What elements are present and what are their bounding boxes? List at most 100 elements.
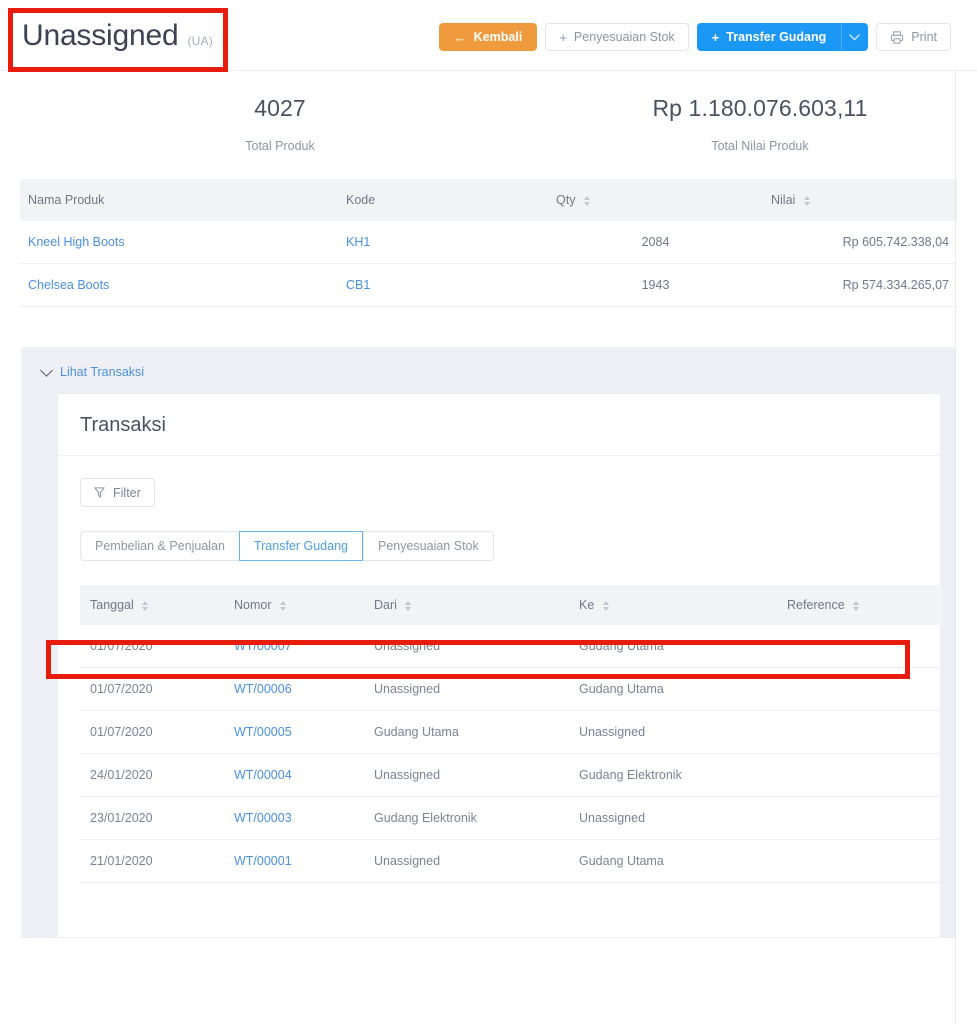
- table-row[interactable]: Chelsea Boots CB1 1943 Rp 574.334.265,07: [20, 263, 957, 307]
- sort-icon[interactable]: [405, 600, 412, 611]
- table-row[interactable]: 01/07/2020 WT/00005 Gudang Utama Unassig…: [80, 710, 942, 754]
- tx-reference-cell: [777, 753, 942, 797]
- tx-nomor-cell: WT/00001: [224, 839, 364, 883]
- table-row[interactable]: 01/07/2020 WT/00006 Unassigned Gudang Ut…: [80, 667, 942, 711]
- table-row[interactable]: 23/01/2020 WT/00003 Gudang Elektronik Un…: [80, 796, 942, 840]
- tx-tanggal-cell: 23/01/2020: [80, 796, 224, 840]
- tab-pembelian-penjualan[interactable]: Pembelian & Penjualan: [80, 531, 239, 561]
- tx-reference-cell: [777, 796, 942, 840]
- tx-dari-cell: Unassigned: [364, 667, 569, 711]
- page-title-wrap: Unassigned (UA): [22, 20, 213, 52]
- transaksi-card-title: Transaksi: [80, 414, 166, 436]
- product-name-link[interactable]: Chelsea Boots: [28, 278, 109, 292]
- tx-nomor-cell: WT/00005: [224, 710, 364, 754]
- print-button[interactable]: Print: [876, 23, 951, 51]
- funnel-icon: [94, 487, 105, 498]
- product-nilai-cell: Rp 605.742.338,04: [763, 221, 957, 264]
- product-col-kode: Kode: [338, 179, 548, 221]
- tx-col-dari-label: Dari: [374, 598, 397, 612]
- tx-col-dari[interactable]: Dari: [364, 585, 569, 625]
- back-button[interactable]: ← Kembali: [438, 23, 538, 51]
- warehouse-transfer-dropdown-toggle[interactable]: [841, 23, 869, 51]
- stat-total-nilai-produk-value: Rp 1.180.076.603,11: [652, 95, 868, 121]
- tx-ke-cell: Gudang Utama: [569, 625, 777, 668]
- tx-ke-cell: Unassigned: [569, 710, 777, 754]
- tx-nomor-link[interactable]: WT/00001: [234, 854, 292, 868]
- tx-nomor-link[interactable]: WT/00006: [234, 682, 292, 696]
- tx-nomor-cell: WT/00006: [224, 667, 364, 711]
- warehouse-transfer-button[interactable]: + Transfer Gudang: [696, 23, 842, 51]
- sort-icon[interactable]: [803, 195, 810, 206]
- product-col-nama: Nama Produk: [20, 179, 338, 221]
- print-button-label: Print: [911, 29, 937, 44]
- tx-nomor-link[interactable]: WT/00003: [234, 811, 292, 825]
- filter-button[interactable]: Filter: [80, 478, 155, 507]
- table-row[interactable]: Kneel High Boots KH1 2084 Rp 605.742.338…: [20, 221, 957, 264]
- transaction-table-wrap: Tanggal Nomor Dari Ke Reference 01/07/20…: [80, 585, 942, 883]
- page-root: Unassigned (UA) ← Kembali + Penyesuaian …: [0, 0, 977, 1024]
- tx-nomor-link[interactable]: WT/00004: [234, 768, 292, 782]
- product-kode-cell: CB1: [338, 263, 548, 307]
- sort-icon[interactable]: [602, 600, 609, 611]
- stock-adjustment-button[interactable]: + Penyesuaian Stok: [545, 23, 689, 51]
- filter-button-label: Filter: [113, 485, 141, 500]
- tab-penyesuaian-stok-label: Penyesuaian Stok: [377, 539, 479, 553]
- tx-reference-cell: [777, 667, 942, 711]
- tx-tanggal-cell: 21/01/2020: [80, 839, 224, 883]
- plus-icon: +: [559, 29, 567, 45]
- tx-col-reference[interactable]: Reference: [777, 585, 942, 625]
- stock-adjustment-label: Penyesuaian Stok: [573, 29, 675, 44]
- product-col-nama-label: Nama Produk: [28, 193, 105, 207]
- product-table-header-row: Nama Produk Kode Qty Nilai: [20, 179, 957, 221]
- product-name-link[interactable]: Kneel High Boots: [28, 235, 125, 249]
- back-button-label: Kembali: [473, 29, 523, 44]
- product-nama-cell: Kneel High Boots: [20, 221, 338, 264]
- tx-col-tanggal[interactable]: Tanggal: [80, 585, 224, 625]
- table-row[interactable]: 01/07/2020 WT/00007 Unassigned Gudang Ut…: [80, 625, 942, 668]
- tx-dari-cell: Unassigned: [364, 753, 569, 797]
- tab-transfer-gudang[interactable]: Transfer Gudang: [238, 531, 363, 561]
- stat-total-produk: 4027 Total Produk: [0, 93, 560, 153]
- transaksi-tabs: Pembelian & Penjualan Transfer Gudang Pe…: [80, 531, 918, 561]
- product-code-link[interactable]: CB1: [346, 278, 370, 292]
- transaksi-card-body: Filter Pembelian & Penjualan Transfer Gu…: [58, 456, 942, 883]
- sort-icon[interactable]: [853, 600, 860, 611]
- product-col-kode-label: Kode: [346, 193, 376, 207]
- product-nilai-cell: Rp 574.334.265,07: [763, 263, 957, 307]
- tx-nomor-link[interactable]: WT/00007: [234, 639, 292, 653]
- stat-total-nilai-produk: Rp 1.180.076.603,11 Total Nilai Produk: [560, 93, 960, 153]
- product-qty-cell: 1943: [548, 263, 763, 307]
- page-title: Unassigned: [22, 19, 179, 52]
- transaction-table-body: 01/07/2020 WT/00007 Unassigned Gudang Ut…: [80, 625, 942, 883]
- plus-icon: +: [711, 29, 720, 45]
- tx-dari-cell: Gudang Elektronik: [364, 796, 569, 840]
- tab-penyesuaian-stok[interactable]: Penyesuaian Stok: [362, 531, 494, 561]
- transaksi-card-header: Transaksi: [58, 394, 940, 456]
- tx-tanggal-cell: 01/07/2020: [80, 710, 224, 754]
- table-row[interactable]: 21/01/2020 WT/00001 Unassigned Gudang Ut…: [80, 839, 942, 883]
- tx-nomor-cell: WT/00007: [224, 625, 364, 668]
- product-code-link[interactable]: KH1: [346, 235, 370, 249]
- tx-nomor-link[interactable]: WT/00005: [234, 725, 292, 739]
- sort-icon[interactable]: [280, 600, 286, 611]
- page-header: Unassigned (UA) ← Kembali + Penyesuaian …: [0, 0, 977, 71]
- tx-ke-cell: Gudang Utama: [569, 667, 777, 711]
- product-col-nilai-label: Nilai: [771, 193, 796, 207]
- tx-col-ke-label: Ke: [579, 598, 595, 612]
- arrow-left-icon: ←: [453, 29, 467, 45]
- lihat-transaksi-toggle[interactable]: Lihat Transaksi: [21, 361, 956, 393]
- product-col-nilai[interactable]: Nilai: [763, 179, 957, 221]
- product-col-qty[interactable]: Qty: [548, 179, 763, 221]
- product-qty-cell: 2084: [548, 221, 763, 264]
- sort-icon[interactable]: [142, 600, 149, 611]
- tx-col-nomor[interactable]: Nomor: [224, 585, 364, 625]
- chevron-down-icon: [849, 33, 860, 40]
- transaction-table: Tanggal Nomor Dari Ke Reference 01/07/20…: [80, 585, 942, 883]
- tx-col-ke[interactable]: Ke: [569, 585, 777, 625]
- sort-icon[interactable]: [583, 195, 590, 206]
- tx-nomor-cell: WT/00004: [224, 753, 364, 797]
- transactions-panel: Lihat Transaksi Transaksi Filter Pembeli…: [21, 347, 956, 938]
- table-row[interactable]: 24/01/2020 WT/00004 Unassigned Gudang El…: [80, 753, 942, 797]
- printer-icon: [891, 30, 904, 44]
- product-table: Nama Produk Kode Qty Nilai Kneel High Bo…: [20, 179, 957, 307]
